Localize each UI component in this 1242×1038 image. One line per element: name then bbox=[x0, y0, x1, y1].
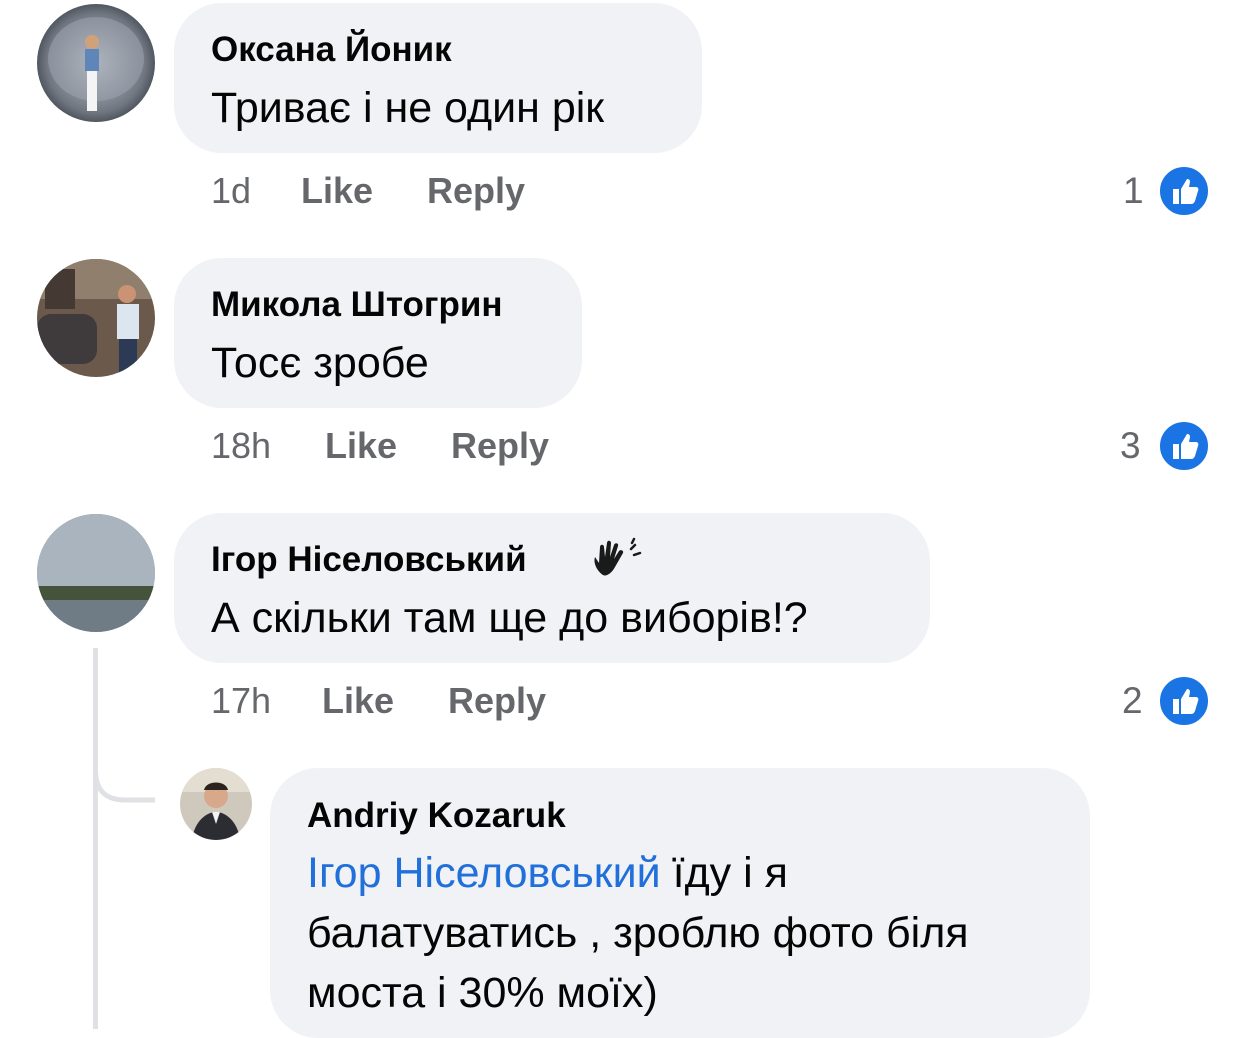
comment-text: А скільки там ще до виборів!? bbox=[211, 594, 808, 642]
comment-timestamp[interactable]: 1d bbox=[211, 170, 251, 212]
reply-button[interactable]: Reply bbox=[451, 425, 549, 467]
like-button[interactable]: Like bbox=[322, 680, 394, 722]
comment-author[interactable]: Оксана Йоник bbox=[211, 30, 452, 70]
avatar-photo bbox=[37, 4, 155, 122]
reply-button[interactable]: Reply bbox=[427, 170, 525, 212]
reply-button[interactable]: Reply bbox=[448, 680, 546, 722]
comment-text: Тосє зробе bbox=[211, 339, 429, 387]
avatar[interactable] bbox=[37, 514, 155, 632]
avatar[interactable] bbox=[180, 768, 252, 840]
thumbs-up-icon[interactable] bbox=[1157, 419, 1211, 473]
avatar[interactable] bbox=[37, 259, 155, 377]
like-button[interactable]: Like bbox=[325, 425, 397, 467]
reaction-count[interactable]: 1 bbox=[1123, 170, 1144, 212]
reply-text-rest: їду і я bbox=[660, 849, 788, 897]
author-badge[interactable] bbox=[579, 537, 651, 583]
mention-link[interactable]: Ігор Ніселовський bbox=[307, 849, 661, 897]
like-button[interactable]: Like bbox=[301, 170, 373, 212]
thumbs-up-icon[interactable] bbox=[1157, 674, 1211, 728]
reaction-count[interactable]: 2 bbox=[1122, 680, 1143, 722]
thumbs-up-icon[interactable] bbox=[1157, 164, 1211, 218]
comment-author[interactable]: Микола Штогрин bbox=[211, 285, 503, 325]
comment-timestamp[interactable]: 18h bbox=[211, 425, 271, 467]
reaction-count[interactable]: 3 bbox=[1120, 425, 1141, 467]
comment-author[interactable]: Ігор Ніселовський bbox=[211, 540, 527, 580]
waving-hand-icon bbox=[594, 537, 642, 576]
avatar-photo bbox=[37, 259, 155, 377]
avatar-photo bbox=[180, 768, 252, 840]
comment-text: Триває і не один рік bbox=[211, 84, 605, 132]
reply-author[interactable]: Andriy Kozaruk bbox=[307, 796, 566, 836]
reply-text-line-2: балатуватись , зроблю фото біля bbox=[307, 909, 969, 957]
reply-text-line-3: моста і 30% моїх) bbox=[307, 969, 658, 1017]
avatar-photo bbox=[37, 514, 155, 632]
comment-timestamp[interactable]: 17h bbox=[211, 680, 271, 722]
reply-connector bbox=[93, 700, 155, 803]
avatar[interactable] bbox=[37, 4, 155, 122]
reply-text-line-1: Ігор Ніселовський їду і я bbox=[307, 843, 788, 903]
